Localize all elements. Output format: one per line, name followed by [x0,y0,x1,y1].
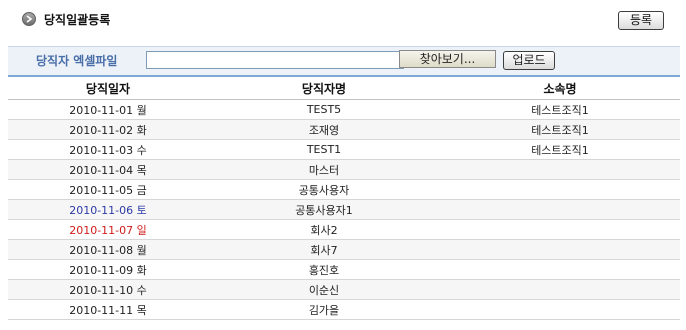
table-row: 2010-11-09 화 홍진호 [8,259,680,280]
table-row: 2010-11-05 금 공통사용자 [8,179,680,200]
register-button[interactable]: 등록 [618,11,664,30]
name-cell: 마스터 [208,159,440,180]
name-cell: 김가을 [208,299,440,320]
org-cell: 테스트조직1 [440,139,680,160]
table-row: 2010-11-08 월 회사7 [8,239,680,260]
column-header-org: 소속명 [440,75,680,100]
page-header: 당직일괄등록 등록 [0,0,686,40]
page-title: 당직일괄등록 [44,13,111,27]
date-cell: 2010-11-06 토 [8,199,208,220]
date-cell: 2010-11-01 월 [8,99,208,120]
date-cell: 2010-11-05 금 [8,179,208,200]
table-row: 2010-11-06 토 공통사용자1 [8,199,680,220]
org-cell: 테스트조직1 [440,119,680,140]
date-cell: 2010-11-11 목 [8,299,208,320]
duty-table: 당직일자 당직자명 소속명 2010-11-01 월 TEST5 테스트조직1 201… [8,75,680,320]
name-cell: 이순신 [208,279,440,300]
name-cell: 홍진호 [208,259,440,280]
org-cell [440,179,680,200]
upload-bar: 당직자 엑셀파일 찾아보기... 업로드 [8,46,680,75]
org-cell [440,259,680,280]
name-cell: 회사7 [208,239,440,260]
name-cell: 공통사용자 [208,179,440,200]
excel-file-label: 당직자 엑셀파일 [36,54,118,68]
org-cell [440,239,680,260]
chevron-right-circle-icon [22,12,36,26]
date-cell: 2010-11-02 화 [8,119,208,140]
date-cell: 2010-11-03 수 [8,139,208,160]
org-cell [440,219,680,240]
org-cell [440,279,680,300]
org-cell [440,299,680,320]
table-row: 2010-11-03 수 TEST1 테스트조직1 [8,139,680,160]
table-header-row: 당직일자 당직자명 소속명 [8,75,680,100]
table-row: 2010-11-04 목 마스터 [8,159,680,180]
name-cell: 회사2 [208,219,440,240]
date-cell: 2010-11-10 수 [8,279,208,300]
date-cell: 2010-11-09 화 [8,259,208,280]
date-cell: 2010-11-08 월 [8,239,208,260]
date-cell: 2010-11-07 일 [8,219,208,240]
table-row: 2010-11-10 수 이순신 [8,279,680,300]
file-path-input[interactable] [146,51,404,69]
name-cell: TEST1 [208,139,440,160]
name-cell: TEST5 [208,99,440,120]
column-header-name: 당직자명 [208,75,440,100]
org-cell [440,199,680,220]
name-cell: 조재영 [208,119,440,140]
org-cell [440,159,680,180]
column-header-date: 당직일자 [8,75,208,100]
table-row: 2010-11-11 목 김가을 [8,299,680,320]
table-row: 2010-11-02 화 조재영 테스트조직1 [8,119,680,140]
table-row: 2010-11-01 월 TEST5 테스트조직1 [8,99,680,120]
date-cell: 2010-11-04 목 [8,159,208,180]
name-cell: 공통사용자1 [208,199,440,220]
table-body: 2010-11-01 월 TEST5 테스트조직1 2010-11-02 화 조재영 테스… [8,99,680,320]
browse-button[interactable]: 찾아보기... [399,50,496,68]
upload-button[interactable]: 업로드 [503,51,555,70]
table-row: 2010-11-07 일 회사2 [8,219,680,240]
org-cell: 테스트조직1 [440,99,680,120]
